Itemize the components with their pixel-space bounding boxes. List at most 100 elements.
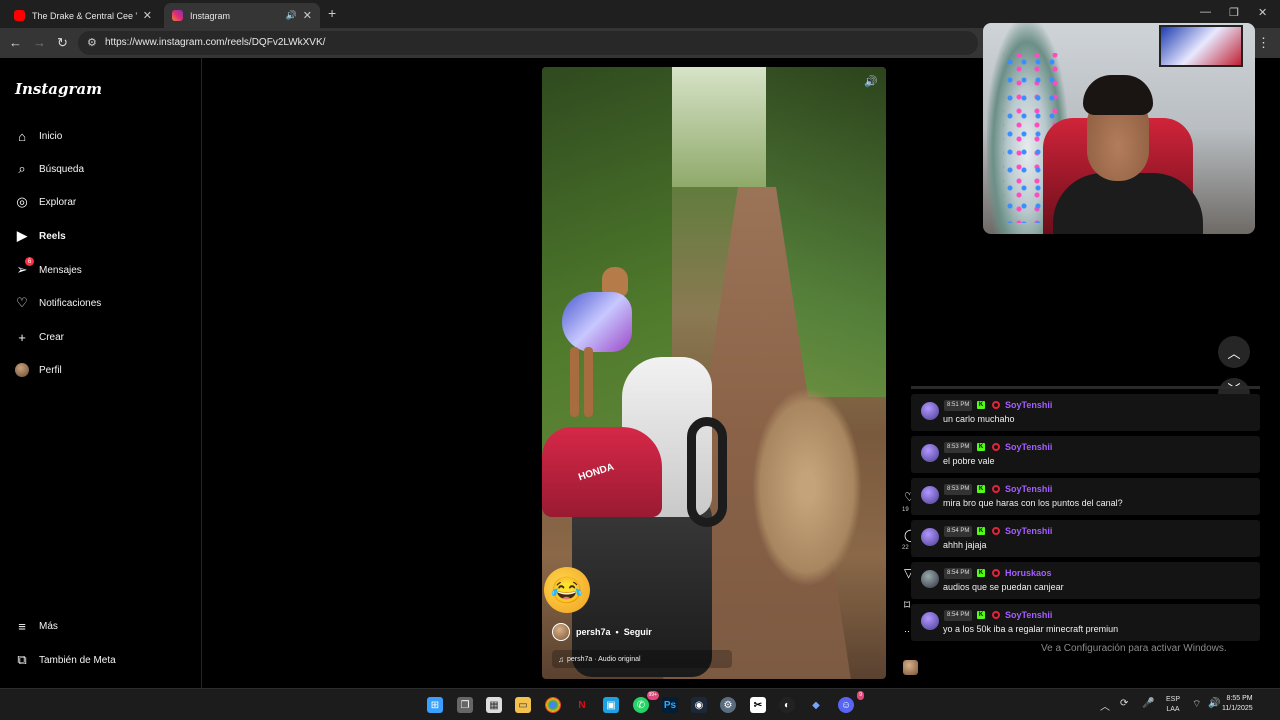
audio-thumbnail[interactable] xyxy=(903,660,918,675)
home-icon: ⌂ xyxy=(18,128,26,144)
site-info-icon[interactable]: ⚙ xyxy=(87,36,97,49)
author-avatar[interactable] xyxy=(552,623,570,641)
reload-icon[interactable]: ↻ xyxy=(57,35,68,51)
sidebar-item-perfil[interactable]: Perfil xyxy=(14,360,62,380)
sync-icon[interactable]: ⟳ xyxy=(1120,698,1128,709)
chat-username: SoyTenshii xyxy=(1005,442,1053,452)
window-close-icon[interactable]: ✕ xyxy=(1258,6,1267,19)
tray-chevron-icon[interactable]: ︿ xyxy=(1100,698,1110,713)
microphone-icon[interactable]: 🎤 xyxy=(1142,698,1154,709)
back-icon[interactable]: ← xyxy=(9,35,22,50)
netflix-icon[interactable]: N xyxy=(574,697,590,713)
sub-badge-icon xyxy=(992,485,1000,493)
sidebar-item-label: Perfil xyxy=(39,364,62,376)
sidebar-item-crear[interactable]: + Crear xyxy=(14,327,64,347)
clock-time: 8:55 PM xyxy=(1226,695,1253,702)
save-icon[interactable]: ⌑ xyxy=(904,598,910,612)
sub-badge-icon xyxy=(992,569,1000,577)
chat-time: 8:53 PM xyxy=(944,484,973,495)
new-tab-icon[interactable]: + xyxy=(328,5,336,21)
sidebar-item-label: Notificaciones xyxy=(39,297,102,309)
settings-icon[interactable]: ⚙ xyxy=(720,697,736,713)
chat-message: 8:54 PM K SoyTenshii yo a los 50k iba a … xyxy=(911,604,1260,641)
sidebar-item-inicio[interactable]: ⌂ Inicio xyxy=(14,126,62,146)
sidebar-item-label: Más xyxy=(39,620,58,632)
chat-text: yo a los 50k iba a regalar minecraft pre… xyxy=(943,624,1119,634)
previous-reel-button[interactable]: ︿ xyxy=(1218,336,1250,368)
meta-icon: ⧉ xyxy=(17,652,27,667)
clock-date: 11/1/2025 xyxy=(1222,705,1253,712)
speaker-icon[interactable]: 🔊 xyxy=(286,10,297,21)
chat-username: SoyTenshii xyxy=(1005,526,1053,536)
chat-time: 8:51 PM xyxy=(944,400,973,411)
author-username[interactable]: persh7a xyxy=(576,627,611,637)
url-field[interactable]: ⚙ https://www.instagram.com/reels/DQFv2L… xyxy=(78,31,978,55)
obs-icon[interactable]: ◐ xyxy=(779,697,795,713)
chat-text: audios que se puedan canjear xyxy=(943,582,1064,592)
minimize-icon[interactable]: — xyxy=(1200,6,1211,18)
youtube-icon xyxy=(14,10,25,21)
close-tab-icon[interactable]: ✕ xyxy=(143,9,152,22)
chat-text: mira bro que haras con los puntos del ca… xyxy=(943,498,1123,508)
kick-badge-icon: K xyxy=(977,443,985,451)
sidebar-item-label: Inicio xyxy=(39,130,63,142)
sidebar-item-mensajes[interactable]: ➢ 6 Mensajes xyxy=(14,257,82,280)
sidebar-item-label: Crear xyxy=(39,331,65,343)
sidebar-item-busqueda[interactable]: ⌕ Búsqueda xyxy=(14,159,84,179)
chat-avatar xyxy=(921,486,939,504)
sidebar-item-reels[interactable]: ▶ Reels xyxy=(14,226,66,246)
photoshop-icon[interactable]: Ps xyxy=(662,697,678,713)
chat-text: ahhh jajaja xyxy=(943,540,987,550)
close-tab-icon[interactable]: ✕ xyxy=(303,9,312,22)
sidebar-item-label: Búsqueda xyxy=(39,163,85,175)
chrome-icon[interactable] xyxy=(545,697,561,713)
tab-youtube[interactable]: The Drake & Central Cee "On T ✕ xyxy=(6,3,160,28)
menu-icon: ≡ xyxy=(18,618,26,634)
chat-text: un carlo muchaho xyxy=(943,414,1015,424)
store-icon[interactable]: ▦ xyxy=(486,697,502,713)
follow-button[interactable]: Seguir xyxy=(624,627,652,637)
sidebar-item-explorar[interactable]: ◎ Explorar xyxy=(14,192,76,212)
browser-menu-icon[interactable]: ⋮ xyxy=(1257,35,1270,51)
chat-username: SoyTenshii xyxy=(1005,484,1053,494)
sidebar-item-label: Reels xyxy=(39,230,66,242)
steam-icon[interactable]: ◉ xyxy=(691,697,707,713)
profile-avatar xyxy=(14,362,30,378)
chat-avatar xyxy=(921,528,939,546)
wifi-icon[interactable]: ⌔ xyxy=(1192,698,1201,711)
sidebar-item-meta[interactable]: ⧉ También de Meta xyxy=(14,650,115,670)
tab-instagram[interactable]: Instagram 🔊 ✕ xyxy=(164,3,320,28)
forward-icon[interactable]: → xyxy=(33,35,46,50)
chat-message: 8:54 PM K SoyTenshii ahhh jajaja xyxy=(911,520,1260,557)
capcut-icon[interactable]: ✂ xyxy=(750,697,766,713)
kick-badge-icon: K xyxy=(977,569,985,577)
task-view-icon[interactable]: ❐ xyxy=(457,697,473,713)
start-icon[interactable]: ⊞ xyxy=(427,697,443,713)
volume-icon[interactable]: 🔊 xyxy=(864,75,878,88)
sidebar-item-mas[interactable]: ≡ Más xyxy=(14,616,58,636)
sidebar-item-notificaciones[interactable]: ♡ Notificaciones xyxy=(14,293,101,313)
discord-badge: 9 xyxy=(857,691,864,700)
language-indicator[interactable]: ESP LAA xyxy=(1164,695,1182,715)
dog-figure xyxy=(562,267,632,417)
system-clock[interactable]: 8:55 PM 11/1/2025 xyxy=(1222,694,1253,714)
file-explorer-icon[interactable]: ▭ xyxy=(515,697,531,713)
sub-badge-icon xyxy=(992,527,1000,535)
reel-audio[interactable]: ♫ persh7a · Audio original xyxy=(552,650,732,668)
restore-icon[interactable]: ❐ xyxy=(1229,6,1239,19)
discord-icon[interactable]: ☺ 9 xyxy=(838,691,864,713)
sub-badge-icon xyxy=(992,443,1000,451)
volume-tray-icon[interactable]: 🔊 xyxy=(1208,698,1220,709)
remote-desktop-icon[interactable]: ▣ xyxy=(603,697,619,713)
keyboard-layout: LAA xyxy=(1166,706,1180,713)
app-diamond-icon[interactable]: ◆ xyxy=(808,697,824,713)
chat-message: 8:51 PM K SoyTenshii un carlo muchaho xyxy=(911,394,1260,431)
kick-badge-icon: K xyxy=(977,527,985,535)
instagram-logo[interactable]: Instagram xyxy=(15,80,102,98)
chat-time: 8:54 PM xyxy=(944,568,973,579)
whatsapp-icon[interactable]: ✆ 99+ xyxy=(633,691,659,713)
comment-count: 22 xyxy=(902,545,909,551)
messages-icon: ➢ 6 xyxy=(14,257,34,278)
reel-video[interactable]: HONDA 😂 🔊 persh7a • Seguir ♫ persh7a · A… xyxy=(542,67,886,679)
chat-time: 8:53 PM xyxy=(944,442,973,453)
